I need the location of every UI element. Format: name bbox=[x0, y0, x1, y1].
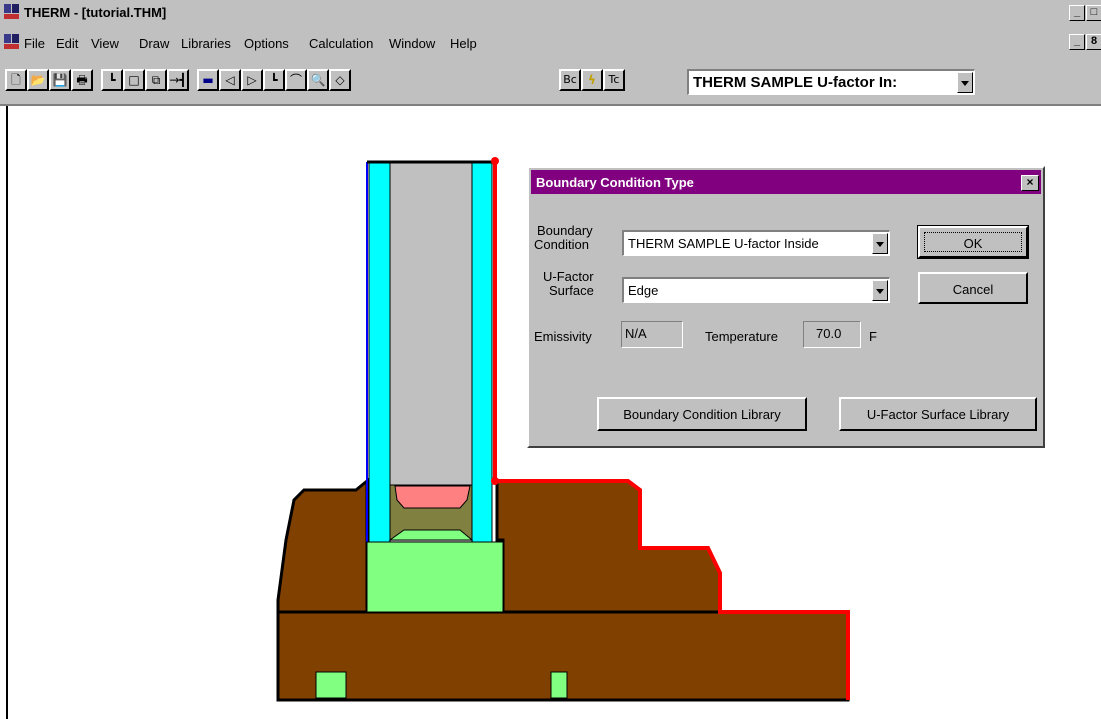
boundary-condition-label: Boundary bbox=[537, 223, 593, 238]
boundary-condition-label-2: Condition bbox=[534, 237, 589, 252]
dialog-title-bar: Boundary Condition Type × bbox=[531, 170, 1041, 194]
temperature-label: Temperature bbox=[705, 329, 778, 344]
ufactor-surface-select[interactable]: Edge bbox=[622, 277, 890, 303]
emissivity-label: Emissivity bbox=[534, 329, 592, 344]
cancel-button[interactable]: Cancel bbox=[918, 272, 1028, 304]
temperature-value: 70.0 bbox=[816, 326, 842, 341]
spacer bbox=[394, 485, 471, 509]
boundary-vertex-top[interactable] bbox=[491, 157, 499, 165]
boundary-condition-library-label: Boundary Condition Library bbox=[623, 407, 781, 422]
dialog-title: Boundary Condition Type bbox=[536, 175, 694, 190]
setting-block bbox=[366, 541, 504, 613]
temperature-field: 70.0 bbox=[803, 321, 861, 348]
boundary-vertex-corner[interactable] bbox=[491, 477, 499, 485]
green-block-right bbox=[550, 671, 568, 699]
boundary-condition-dialog: Boundary Condition Type × Boundary Condi… bbox=[527, 166, 1045, 448]
emissivity-value: N/A bbox=[625, 326, 647, 341]
boundary-condition-select-value: THERM SAMPLE U-factor Inside bbox=[628, 236, 819, 251]
green-block-left bbox=[315, 671, 347, 699]
ufactor-surface-library-button[interactable]: U-Factor Surface Library bbox=[839, 397, 1037, 431]
boundary-condition-select[interactable]: THERM SAMPLE U-factor Inside bbox=[622, 230, 890, 256]
boundary-condition-library-button[interactable]: Boundary Condition Library bbox=[597, 397, 807, 431]
cancel-button-label: Cancel bbox=[952, 282, 994, 297]
emissivity-field: N/A bbox=[621, 321, 683, 348]
ufactor-surface-library-label: U-Factor Surface Library bbox=[866, 407, 1010, 422]
ok-button[interactable]: OK bbox=[917, 225, 1029, 259]
ufactor-surface-label-2: Surface bbox=[549, 283, 594, 298]
temperature-unit: F bbox=[869, 329, 877, 344]
glass-pane-left bbox=[368, 161, 391, 543]
ufactor-surface-label: U-Factor bbox=[543, 269, 594, 284]
chevron-down-icon[interactable] bbox=[872, 233, 888, 254]
ufactor-surface-select-value: Edge bbox=[628, 283, 659, 298]
chevron-down-icon[interactable] bbox=[872, 280, 888, 301]
close-icon[interactable]: × bbox=[1021, 175, 1039, 191]
ok-button-label: OK bbox=[963, 236, 983, 251]
setting-block-top bbox=[388, 529, 474, 541]
glass-pane-right bbox=[471, 161, 493, 543]
